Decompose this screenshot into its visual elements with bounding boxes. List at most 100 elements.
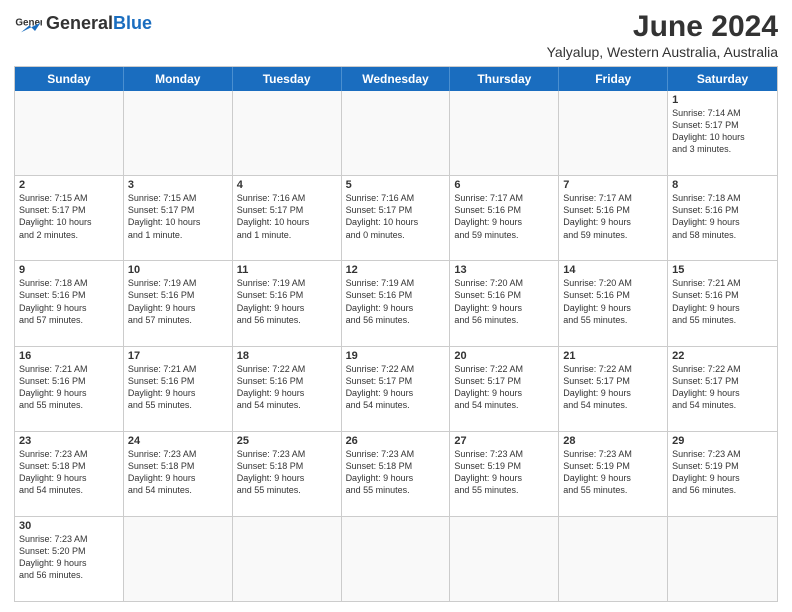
day-number: 23 (19, 435, 119, 447)
cell-info: Sunrise: 7:22 AM Sunset: 5:17 PM Dayligh… (563, 363, 663, 412)
cal-cell-1-3: 5Sunrise: 7:16 AM Sunset: 5:17 PM Daylig… (342, 176, 451, 260)
cal-cell-2-1: 10Sunrise: 7:19 AM Sunset: 5:16 PM Dayli… (124, 261, 233, 345)
cal-cell-0-1 (124, 91, 233, 175)
day-number: 7 (563, 179, 663, 191)
cal-row-2: 9Sunrise: 7:18 AM Sunset: 5:16 PM Daylig… (15, 260, 777, 345)
day-number: 19 (346, 350, 446, 362)
cal-cell-3-3: 19Sunrise: 7:22 AM Sunset: 5:17 PM Dayli… (342, 347, 451, 431)
cell-info: Sunrise: 7:23 AM Sunset: 5:18 PM Dayligh… (237, 448, 337, 497)
main-title: June 2024 (547, 10, 778, 44)
day-number: 20 (454, 350, 554, 362)
day-number: 26 (346, 435, 446, 447)
day-number: 8 (672, 179, 773, 191)
cell-info: Sunrise: 7:22 AM Sunset: 5:17 PM Dayligh… (454, 363, 554, 412)
cal-cell-5-2 (233, 517, 342, 601)
cal-row-3: 16Sunrise: 7:21 AM Sunset: 5:16 PM Dayli… (15, 346, 777, 431)
cal-cell-2-2: 11Sunrise: 7:19 AM Sunset: 5:16 PM Dayli… (233, 261, 342, 345)
cal-cell-4-2: 25Sunrise: 7:23 AM Sunset: 5:18 PM Dayli… (233, 432, 342, 516)
cal-cell-5-4 (450, 517, 559, 601)
cal-cell-2-5: 14Sunrise: 7:20 AM Sunset: 5:16 PM Dayli… (559, 261, 668, 345)
cell-info: Sunrise: 7:21 AM Sunset: 5:16 PM Dayligh… (19, 363, 119, 412)
cell-info: Sunrise: 7:23 AM Sunset: 5:18 PM Dayligh… (346, 448, 446, 497)
header-tuesday: Tuesday (233, 67, 342, 91)
day-number: 10 (128, 264, 228, 276)
header-monday: Monday (124, 67, 233, 91)
generalblue-icon: General (14, 10, 42, 38)
cell-info: Sunrise: 7:19 AM Sunset: 5:16 PM Dayligh… (237, 277, 337, 326)
cal-cell-3-1: 17Sunrise: 7:21 AM Sunset: 5:16 PM Dayli… (124, 347, 233, 431)
cell-info: Sunrise: 7:22 AM Sunset: 5:16 PM Dayligh… (237, 363, 337, 412)
cal-cell-0-3 (342, 91, 451, 175)
cal-cell-5-3 (342, 517, 451, 601)
day-number: 16 (19, 350, 119, 362)
cell-info: Sunrise: 7:19 AM Sunset: 5:16 PM Dayligh… (346, 277, 446, 326)
header-wednesday: Wednesday (342, 67, 451, 91)
day-number: 25 (237, 435, 337, 447)
day-number: 1 (672, 94, 773, 106)
cell-info: Sunrise: 7:19 AM Sunset: 5:16 PM Dayligh… (128, 277, 228, 326)
cell-info: Sunrise: 7:22 AM Sunset: 5:17 PM Dayligh… (346, 363, 446, 412)
day-number: 13 (454, 264, 554, 276)
cal-cell-4-1: 24Sunrise: 7:23 AM Sunset: 5:18 PM Dayli… (124, 432, 233, 516)
cal-cell-1-6: 8Sunrise: 7:18 AM Sunset: 5:16 PM Daylig… (668, 176, 777, 260)
day-number: 4 (237, 179, 337, 191)
cell-info: Sunrise: 7:14 AM Sunset: 5:17 PM Dayligh… (672, 107, 773, 156)
day-number: 29 (672, 435, 773, 447)
cal-cell-5-0: 30Sunrise: 7:23 AM Sunset: 5:20 PM Dayli… (15, 517, 124, 601)
cal-row-1: 2Sunrise: 7:15 AM Sunset: 5:17 PM Daylig… (15, 175, 777, 260)
cal-cell-1-1: 3Sunrise: 7:15 AM Sunset: 5:17 PM Daylig… (124, 176, 233, 260)
cell-info: Sunrise: 7:23 AM Sunset: 5:20 PM Dayligh… (19, 533, 119, 582)
cell-info: Sunrise: 7:15 AM Sunset: 5:17 PM Dayligh… (19, 192, 119, 241)
cell-info: Sunrise: 7:21 AM Sunset: 5:16 PM Dayligh… (128, 363, 228, 412)
cell-info: Sunrise: 7:18 AM Sunset: 5:16 PM Dayligh… (19, 277, 119, 326)
day-number: 5 (346, 179, 446, 191)
cell-info: Sunrise: 7:17 AM Sunset: 5:16 PM Dayligh… (454, 192, 554, 241)
cell-info: Sunrise: 7:16 AM Sunset: 5:17 PM Dayligh… (346, 192, 446, 241)
cal-cell-1-2: 4Sunrise: 7:16 AM Sunset: 5:17 PM Daylig… (233, 176, 342, 260)
cal-cell-3-2: 18Sunrise: 7:22 AM Sunset: 5:16 PM Dayli… (233, 347, 342, 431)
cal-cell-0-2 (233, 91, 342, 175)
day-number: 24 (128, 435, 228, 447)
header: General GeneralBlue June 2024 Yalyalup, … (14, 10, 778, 60)
day-number: 2 (19, 179, 119, 191)
cal-cell-4-0: 23Sunrise: 7:23 AM Sunset: 5:18 PM Dayli… (15, 432, 124, 516)
day-number: 30 (19, 520, 119, 532)
cal-row-4: 23Sunrise: 7:23 AM Sunset: 5:18 PM Dayli… (15, 431, 777, 516)
header-thursday: Thursday (450, 67, 559, 91)
cell-info: Sunrise: 7:18 AM Sunset: 5:16 PM Dayligh… (672, 192, 773, 241)
day-number: 6 (454, 179, 554, 191)
cal-cell-2-3: 12Sunrise: 7:19 AM Sunset: 5:16 PM Dayli… (342, 261, 451, 345)
header-saturday: Saturday (668, 67, 777, 91)
cal-cell-1-5: 7Sunrise: 7:17 AM Sunset: 5:16 PM Daylig… (559, 176, 668, 260)
cal-cell-2-0: 9Sunrise: 7:18 AM Sunset: 5:16 PM Daylig… (15, 261, 124, 345)
header-sunday: Sunday (15, 67, 124, 91)
cell-info: Sunrise: 7:22 AM Sunset: 5:17 PM Dayligh… (672, 363, 773, 412)
cal-cell-5-1 (124, 517, 233, 601)
logo: General GeneralBlue (14, 10, 152, 38)
cal-cell-4-4: 27Sunrise: 7:23 AM Sunset: 5:19 PM Dayli… (450, 432, 559, 516)
cal-cell-2-6: 15Sunrise: 7:21 AM Sunset: 5:16 PM Dayli… (668, 261, 777, 345)
day-number: 27 (454, 435, 554, 447)
cal-row-5: 30Sunrise: 7:23 AM Sunset: 5:20 PM Dayli… (15, 516, 777, 601)
cal-cell-1-0: 2Sunrise: 7:15 AM Sunset: 5:17 PM Daylig… (15, 176, 124, 260)
calendar-body: 1Sunrise: 7:14 AM Sunset: 5:17 PM Daylig… (15, 91, 777, 601)
cal-cell-3-4: 20Sunrise: 7:22 AM Sunset: 5:17 PM Dayli… (450, 347, 559, 431)
cal-cell-3-6: 22Sunrise: 7:22 AM Sunset: 5:17 PM Dayli… (668, 347, 777, 431)
day-number: 9 (19, 264, 119, 276)
cal-cell-5-5 (559, 517, 668, 601)
day-number: 11 (237, 264, 337, 276)
cal-cell-0-5 (559, 91, 668, 175)
day-number: 17 (128, 350, 228, 362)
title-block: June 2024 Yalyalup, Western Australia, A… (547, 10, 778, 60)
subtitle: Yalyalup, Western Australia, Australia (547, 44, 778, 60)
cal-cell-3-5: 21Sunrise: 7:22 AM Sunset: 5:17 PM Dayli… (559, 347, 668, 431)
cal-cell-4-6: 29Sunrise: 7:23 AM Sunset: 5:19 PM Dayli… (668, 432, 777, 516)
cell-info: Sunrise: 7:23 AM Sunset: 5:18 PM Dayligh… (19, 448, 119, 497)
cal-cell-1-4: 6Sunrise: 7:17 AM Sunset: 5:16 PM Daylig… (450, 176, 559, 260)
cell-info: Sunrise: 7:16 AM Sunset: 5:17 PM Dayligh… (237, 192, 337, 241)
day-number: 28 (563, 435, 663, 447)
cell-info: Sunrise: 7:23 AM Sunset: 5:19 PM Dayligh… (563, 448, 663, 497)
cell-info: Sunrise: 7:21 AM Sunset: 5:16 PM Dayligh… (672, 277, 773, 326)
day-number: 15 (672, 264, 773, 276)
cal-cell-5-6 (668, 517, 777, 601)
